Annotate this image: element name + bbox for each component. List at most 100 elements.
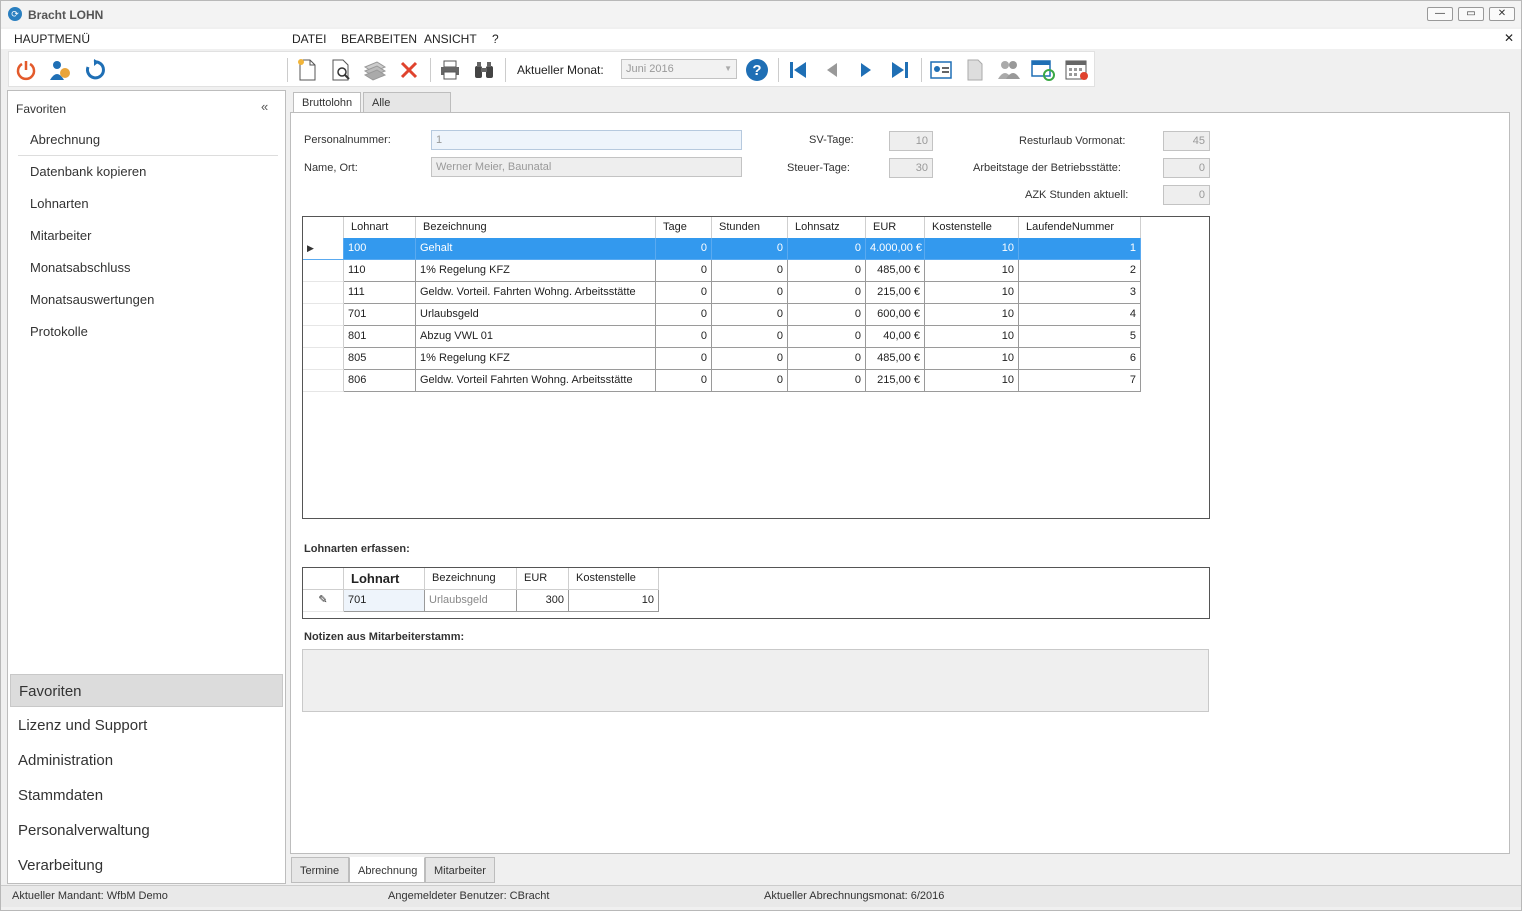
tab-alle-mitarbeiter[interactable]: Alle Mitarbeiter — [363, 92, 451, 129]
power-icon[interactable] — [14, 58, 38, 82]
menu-datei[interactable]: DATEI — [292, 32, 326, 46]
table-row[interactable]: 801 Abzug VWL 01 0 0 0 40,00 € 10 5 — [303, 326, 1141, 348]
personalnummer-field[interactable]: 1 — [431, 130, 742, 150]
entry-bezeichnung-field[interactable]: Urlaubsgeld — [425, 590, 517, 612]
tab-abrechnung[interactable]: Abrechnung — [349, 857, 425, 883]
notes-area[interactable] — [302, 649, 1209, 712]
resturlaub-field[interactable]: 45 — [1163, 131, 1210, 151]
table-row[interactable]: 701 Urlaubsgeld 0 0 0 600,00 € 10 4 — [303, 304, 1141, 326]
window-refresh-icon[interactable] — [1031, 58, 1055, 82]
sidebar: Favoriten « Abrechnung Datenbank kopiere… — [7, 90, 286, 884]
menu-help[interactable]: ? — [492, 32, 499, 46]
sv-tage-label: SV-Tage: — [809, 134, 854, 146]
row-selector-icon[interactable]: ▶ — [303, 238, 344, 260]
sidebar-group-verarbeitung[interactable]: Verarbeitung — [10, 849, 283, 882]
entry-eur-field[interactable]: 300 — [517, 590, 569, 612]
arbeitstage-field[interactable]: 0 — [1163, 158, 1210, 178]
menu-hauptmenue[interactable]: HAUPTMENÜ — [14, 32, 90, 46]
employees-icon[interactable] — [997, 58, 1021, 82]
new-document-icon[interactable] — [295, 58, 319, 82]
users-settings-icon[interactable] — [48, 58, 72, 82]
sidebar-item-abrechnung[interactable]: Abrechnung — [18, 124, 278, 156]
column-header[interactable]: Kostenstelle — [925, 217, 1019, 239]
entry-row[interactable]: ✎ 701 Urlaubsgeld 300 10 — [303, 590, 659, 612]
column-header[interactable]: EUR — [517, 568, 569, 590]
layers-icon[interactable] — [363, 58, 387, 82]
column-header[interactable]: Stunden — [712, 217, 788, 239]
preview-icon[interactable] — [329, 58, 353, 82]
previous-record-icon[interactable] — [820, 58, 844, 82]
tab-bruttolohn[interactable]: Bruttolohn — [293, 92, 361, 114]
maximize-button[interactable]: ▭ — [1458, 7, 1484, 21]
entry-lohnart-field[interactable]: 701 — [344, 590, 425, 612]
sidebar-group-personalverwaltung[interactable]: Personalverwaltung — [10, 814, 283, 847]
employee-card-icon[interactable] — [929, 58, 953, 82]
sidebar-item-mitarbeiter[interactable]: Mitarbeiter — [18, 220, 278, 252]
sidebar-item-lohnarten[interactable]: Lohnarten — [18, 188, 278, 220]
last-record-icon[interactable] — [888, 58, 912, 82]
entry-kostenstelle-field[interactable]: 10 — [569, 590, 659, 612]
column-header[interactable]: EUR — [866, 217, 925, 239]
document-icon[interactable] — [963, 58, 987, 82]
table-row[interactable]: 111 Geldw. Vorteil. Fahrten Wohng. Arbei… — [303, 282, 1141, 304]
status-mandant: Aktueller Mandant: WfbM Demo — [12, 890, 168, 902]
table-row[interactable]: 805 1% Regelung KFZ 0 0 0 485,00 € 10 6 — [303, 348, 1141, 370]
calendar-icon[interactable] — [1065, 58, 1089, 82]
column-header[interactable]: Lohnart — [344, 217, 416, 239]
sidebar-item-datenbank-kopieren[interactable]: Datenbank kopieren — [18, 156, 278, 188]
entry-header: Lohnart Bezeichnung EUR Kostenstelle — [303, 568, 659, 590]
menu-bar: HAUPTMENÜ DATEI BEARBEITEN ANSICHT ? ✕ — [1, 29, 1521, 49]
steuer-tage-label: Steuer-Tage: — [787, 162, 850, 174]
lohnarten-table: Lohnart Bezeichnung Tage Stunden Lohnsat… — [302, 216, 1210, 519]
refresh-icon[interactable] — [82, 58, 106, 82]
print-icon[interactable] — [438, 58, 462, 82]
title-bar: ⟳ Bracht LOHN — ▭ ✕ — [1, 1, 1521, 27]
sidebar-item-monatsabschluss[interactable]: Monatsabschluss — [18, 252, 278, 284]
svg-text:?: ? — [752, 62, 761, 79]
personalnummer-label: Personalnummer: — [304, 134, 391, 146]
name-ort-field[interactable]: Werner Meier, Baunatal — [431, 157, 742, 177]
azk-stunden-field[interactable]: 0 — [1163, 185, 1210, 205]
help-icon[interactable]: ? — [745, 58, 769, 82]
table-row[interactable]: 806 Geldw. Vorteil Fahrten Wohng. Arbeit… — [303, 370, 1141, 392]
column-header[interactable]: LaufendeNummer — [1019, 217, 1141, 239]
column-header[interactable]: Bezeichnung — [425, 568, 517, 590]
minimize-button[interactable]: — — [1427, 7, 1453, 21]
sidebar-group-lizenz-support[interactable]: Lizenz und Support — [10, 709, 283, 742]
close-document-button[interactable]: ✕ — [1504, 31, 1514, 45]
sidebar-item-monatsauswertungen[interactable]: Monatsauswertungen — [18, 284, 278, 316]
chevron-down-icon: ▼ — [724, 64, 732, 73]
month-label: Aktueller Monat: — [517, 63, 604, 77]
first-record-icon[interactable] — [786, 58, 810, 82]
app-window: ⟳ Bracht LOHN — ▭ ✕ HAUPTMENÜ DATEI BEAR… — [0, 0, 1522, 911]
steuer-tage-field[interactable]: 30 — [889, 158, 933, 178]
tab-mitarbeiter[interactable]: Mitarbeiter — [425, 857, 495, 883]
column-header[interactable]: Bezeichnung — [416, 217, 656, 239]
column-header[interactable]: Tage — [656, 217, 712, 239]
close-window-button[interactable]: ✕ — [1489, 7, 1515, 21]
next-record-icon[interactable] — [854, 58, 878, 82]
sv-tage-field[interactable]: 10 — [889, 131, 933, 151]
azk-stunden-label: AZK Stunden aktuell: — [1025, 189, 1129, 201]
status-bar: Aktueller Mandant: WfbM Demo Angemeldete… — [1, 885, 1521, 907]
sidebar-group-favoriten[interactable]: Favoriten — [10, 674, 283, 707]
resturlaub-label: Resturlaub Vormonat: — [1019, 135, 1126, 147]
column-header[interactable]: Lohnsatz — [788, 217, 866, 239]
table-row[interactable]: ▶ 100 Gehalt 0 0 0 4.000,00 € 10 1 — [303, 238, 1141, 260]
binoculars-icon[interactable] — [472, 58, 496, 82]
month-select[interactable]: Juni 2016 ▼ — [621, 59, 737, 79]
window-title: Bracht LOHN — [28, 8, 104, 22]
table-header: Lohnart Bezeichnung Tage Stunden Lohnsat… — [303, 217, 1141, 239]
collapse-sidebar-icon[interactable]: « — [261, 99, 268, 114]
menu-ansicht[interactable]: ANSICHT — [424, 32, 477, 46]
delete-icon[interactable] — [397, 58, 421, 82]
table-row[interactable]: 110 1% Regelung KFZ 0 0 0 485,00 € 10 2 — [303, 260, 1141, 282]
lohnarten-erfassen-title: Lohnarten erfassen: — [304, 543, 410, 555]
sidebar-group-administration[interactable]: Administration — [10, 744, 283, 777]
column-header[interactable]: Kostenstelle — [569, 568, 659, 590]
column-header[interactable]: Lohnart — [344, 568, 425, 590]
tab-termine[interactable]: Termine — [291, 857, 349, 883]
sidebar-group-stammdaten[interactable]: Stammdaten — [10, 779, 283, 812]
sidebar-item-protokolle[interactable]: Protokolle — [18, 316, 278, 348]
menu-bearbeiten[interactable]: BEARBEITEN — [341, 32, 417, 46]
